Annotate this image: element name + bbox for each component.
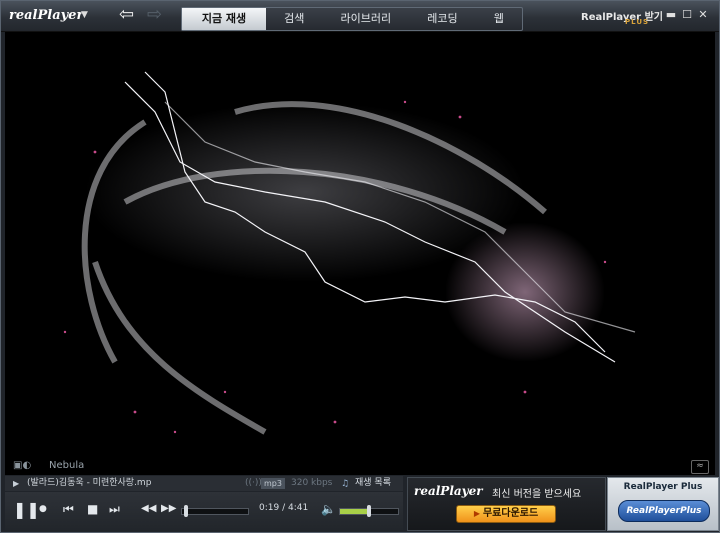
rewind-button[interactable]: ◀◀	[141, 503, 156, 514]
free-download-button[interactable]: ▶ 무료다운로드	[456, 505, 556, 523]
volume-slider[interactable]	[339, 505, 399, 517]
format-badge: mp3	[261, 478, 285, 489]
ad-realplayer-logo: realPlayer	[414, 484, 483, 498]
main-tab-bar: 지금 재생 검색 라이브러리 레코딩 웹	[181, 7, 523, 31]
free-download-label: 무료다운로드	[482, 508, 539, 519]
visualization-options-icon[interactable]: ▣◐	[13, 460, 31, 471]
stop-button[interactable]: ■	[87, 502, 98, 516]
visualization-name: Nebula	[49, 460, 85, 471]
fast-forward-button[interactable]: ▶▶	[161, 503, 176, 514]
now-playing-info-bar: ▶ (발라드)김동욱 - 미련한사랑.mp ((·)) mp3 320 kbps…	[5, 476, 403, 491]
upgrade-ad-panel: realPlayer 최신 버전을 받으세요 ▶ 무료다운로드	[407, 477, 606, 531]
fullscreen-toggle-icon[interactable]: ≈	[691, 460, 709, 474]
track-title: (발라드)김동욱 - 미련한사랑.mp	[27, 478, 152, 488]
realplayer-plus-panel: RealPlayer Plus RealPlayerPlus	[607, 477, 719, 531]
transport-controls: ❚❚ ● ⏮ ■ ⏭ ◀◀ ▶▶ 0:19 / 4:41 🔈	[5, 492, 403, 530]
playlist-button[interactable]: 재생 목록	[355, 476, 391, 491]
menu-caret-icon[interactable]: ▼	[81, 10, 88, 20]
record-button[interactable]: ●	[39, 504, 47, 514]
realplayer-window: realPlayer ▼ ⇦ ⇨ 지금 재생 검색 라이브러리 레코딩 웹 Re…	[0, 0, 720, 533]
visualization-area[interactable]: ▣◐ Nebula ≈	[5, 32, 715, 475]
nebula-visualization	[5, 32, 715, 475]
get-realplayer-link[interactable]: RealPlayer 받기	[581, 8, 663, 23]
maximize-icon[interactable]: ☐	[681, 9, 693, 21]
minimize-icon[interactable]: ▬	[665, 9, 677, 21]
tab-recording[interactable]: 레코딩	[409, 8, 476, 30]
back-arrow-icon[interactable]: ⇦	[119, 4, 134, 25]
tab-library[interactable]: 라이브러리	[322, 8, 409, 30]
bitrate-label: 320 kbps	[291, 478, 333, 488]
pause-button[interactable]: ❚❚	[13, 500, 40, 519]
ad-message: 최신 버전을 받으세요	[492, 489, 582, 500]
play-arrow-icon: ▶	[473, 509, 480, 518]
realplayer-plus-button[interactable]: RealPlayerPlus	[618, 500, 710, 522]
signal-icon: ((·))	[245, 478, 262, 488]
forward-arrow-icon[interactable]: ⇨	[147, 4, 162, 25]
plus-badge: PLUS	[625, 18, 650, 26]
volume-level-fill	[340, 509, 369, 514]
close-icon[interactable]: ✕	[697, 9, 709, 21]
playlist-icon[interactable]: ♫	[341, 477, 349, 492]
seek-handle[interactable]	[184, 505, 188, 517]
next-track-button[interactable]: ⏭	[109, 502, 120, 517]
tab-search[interactable]: 검색	[266, 8, 322, 30]
tab-now-playing[interactable]: 지금 재생	[182, 8, 266, 30]
track-play-icon[interactable]: ▶	[13, 476, 19, 491]
previous-track-button[interactable]: ⏮	[63, 502, 74, 517]
tab-web[interactable]: 웹	[476, 8, 522, 30]
volume-speaker-icon[interactable]: 🔈	[321, 502, 336, 516]
seek-bar[interactable]	[181, 505, 249, 517]
plus-panel-title: RealPlayer Plus	[623, 482, 703, 492]
realplayer-logo[interactable]: realPlayer	[9, 8, 83, 23]
time-display: 0:19 / 4:41	[259, 503, 309, 513]
volume-handle[interactable]	[367, 505, 371, 517]
title-bar: realPlayer ▼ ⇦ ⇨ 지금 재생 검색 라이브러리 레코딩 웹 Re…	[1, 1, 719, 32]
